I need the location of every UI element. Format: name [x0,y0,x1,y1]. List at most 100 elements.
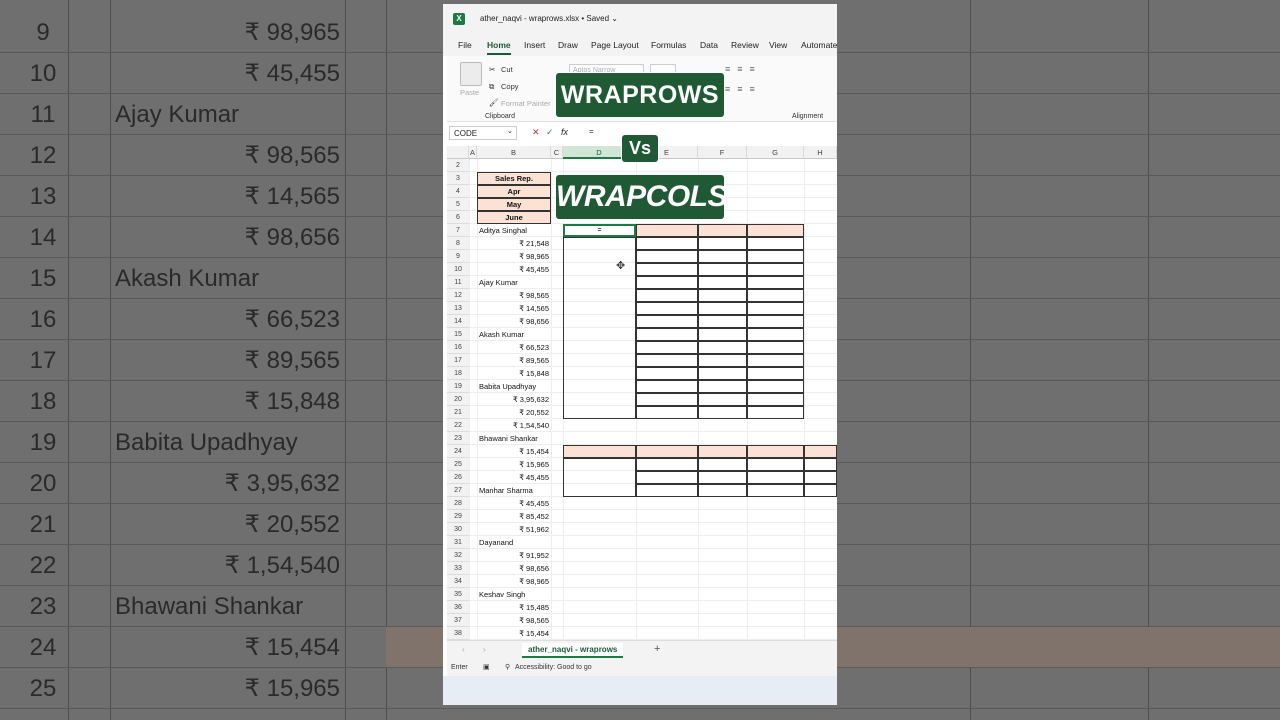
name-cell[interactable]: Babita Upadhyay [477,380,551,393]
accessibility-status[interactable]: Accessibility: Good to go [515,664,592,671]
output-cell[interactable] [636,250,698,263]
row-header[interactable]: 5 [447,198,469,211]
row-header[interactable]: 21 [447,406,469,419]
output-cell[interactable] [698,315,747,328]
output-cell[interactable] [698,393,747,406]
output-cell[interactable] [636,289,698,302]
row-header[interactable]: 2 [447,159,469,172]
output2-header-cell[interactable] [563,445,636,458]
column-header-b[interactable]: B [477,146,551,159]
row-header[interactable]: 22 [447,419,469,432]
tab-data[interactable]: Data [700,40,718,50]
amount-cell[interactable]: ₹ 98,565 [477,289,551,302]
amount-cell[interactable]: ₹ 21,548 [477,237,551,250]
row-header[interactable]: 23 [447,432,469,445]
output-cell[interactable] [698,367,747,380]
row-header[interactable]: 6 [447,211,469,224]
amount-cell[interactable]: ₹ 98,965 [477,250,551,263]
amount-cell[interactable]: ₹ 98,656 [477,562,551,575]
output-cell[interactable] [636,341,698,354]
output-cell[interactable] [747,315,804,328]
amount-cell[interactable]: ₹ 91,952 [477,549,551,562]
output-cell[interactable] [636,276,698,289]
amount-cell[interactable]: ₹ 15,965 [477,458,551,471]
output-cell[interactable] [747,263,804,276]
output-cell[interactable] [636,380,698,393]
column-header-g[interactable]: G [747,146,804,159]
amount-cell[interactable]: ₹ 85,452 [477,510,551,523]
row-header[interactable]: 15 [447,328,469,341]
output-cell[interactable] [747,367,804,380]
output-cell[interactable] [636,406,698,419]
row-header[interactable]: 32 [447,549,469,562]
output2-cell[interactable] [804,484,837,497]
output2-cell[interactable] [636,458,698,471]
output-cell[interactable] [698,302,747,315]
copy-button[interactable]: Copy [501,82,519,91]
row-header[interactable]: 30 [447,523,469,536]
output-cell[interactable] [636,224,698,237]
sheet-tab[interactable]: ather_naqvi - wraprows [522,643,624,658]
paste-button[interactable]: Paste [460,88,479,97]
output-cell[interactable] [747,393,804,406]
column-header-h[interactable]: H [804,146,837,159]
next-sheet-icon[interactable]: › [483,645,486,654]
tab-review[interactable]: Review [731,40,759,50]
row-header[interactable]: 37 [447,614,469,627]
output2-cell[interactable] [804,458,837,471]
output-cell[interactable] [636,354,698,367]
output-cell[interactable] [636,237,698,250]
name-cell[interactable]: Bhawani Shankar [477,432,551,445]
row-header[interactable]: 20 [447,393,469,406]
amount-cell[interactable]: ₹ 89,565 [477,354,551,367]
output-cell[interactable] [747,354,804,367]
row-header[interactable]: 3 [447,172,469,185]
name-cell[interactable]: Ajay Kumar [477,276,551,289]
column-header-a[interactable]: A [469,146,477,159]
tab-page-layout[interactable]: Page Layout [591,40,639,50]
row-header[interactable]: 16 [447,341,469,354]
macro-icon[interactable]: ▣ [483,663,490,671]
tab-draw[interactable]: Draw [558,40,578,50]
cut-button[interactable]: Cut [501,65,513,74]
cancel-icon[interactable]: ✕ [532,127,540,138]
column-header-c[interactable]: C [551,146,563,159]
output-cell[interactable] [636,393,698,406]
output-cell[interactable] [747,224,804,237]
row-header[interactable]: 12 [447,289,469,302]
name-cell[interactable]: Dayanand [477,536,551,549]
tab-automate[interactable]: Automate [801,40,837,50]
active-cell-d7[interactable]: = [563,224,636,237]
tab-view[interactable]: View [769,40,787,50]
row-header[interactable]: 7 [447,224,469,237]
output-cell[interactable] [747,250,804,263]
output-cell[interactable] [636,263,698,276]
amount-cell[interactable]: ₹ 1,54,540 [477,419,551,432]
name-cell[interactable]: Aditya Singhal [477,224,551,237]
amount-cell[interactable]: ₹ 98,656 [477,315,551,328]
output-cell[interactable] [698,354,747,367]
row-header[interactable]: 9 [447,250,469,263]
output-cell[interactable] [747,237,804,250]
output2-cell[interactable] [698,484,747,497]
output-cell[interactable] [698,263,747,276]
output-cell[interactable] [747,406,804,419]
output2-header-cell[interactable] [804,445,837,458]
amount-cell[interactable]: ₹ 98,965 [477,575,551,588]
format-painter-button[interactable]: Format Painter [501,99,551,108]
output2-header-cell[interactable] [636,445,698,458]
amount-cell[interactable]: ₹ 51,962 [477,523,551,536]
row-header[interactable]: 4 [447,185,469,198]
tab-insert[interactable]: Insert [524,40,545,50]
output2-cell[interactable] [747,471,804,484]
align-horizontal-icons[interactable]: ≡≡≡ [725,84,762,94]
output-cell[interactable] [698,237,747,250]
output-cell[interactable] [747,276,804,289]
amount-cell[interactable]: ₹ 66,523 [477,341,551,354]
output2-cell[interactable] [698,471,747,484]
output-cell[interactable] [747,328,804,341]
row-header[interactable]: 36 [447,601,469,614]
row-header[interactable]: 29 [447,510,469,523]
row-header[interactable]: 35 [447,588,469,601]
output-cell[interactable] [747,341,804,354]
